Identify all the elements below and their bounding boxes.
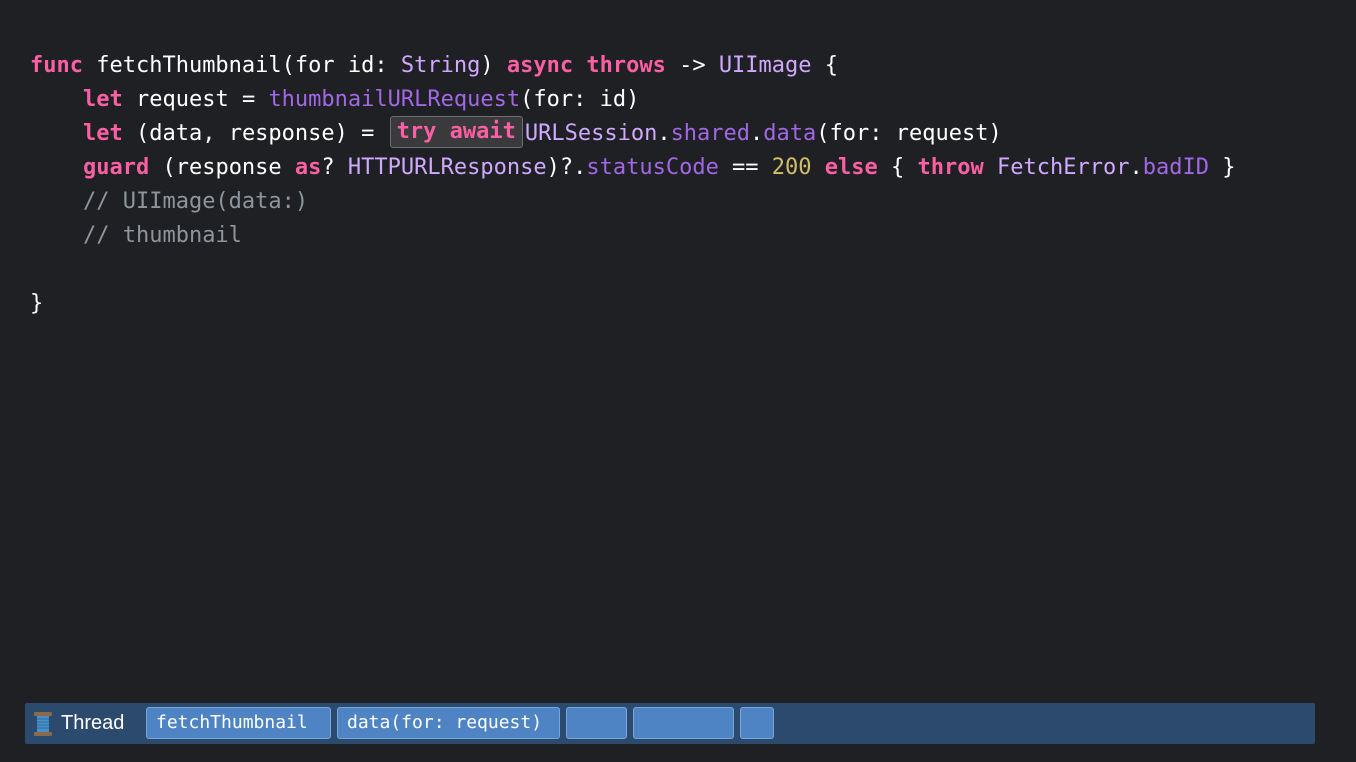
code-editor[interactable]: func fetchThumbnail(for id: String) asyn… bbox=[0, 0, 1356, 690]
frame-data-for-request[interactable]: data(for: request) bbox=[337, 707, 560, 739]
return-arrow: -> bbox=[665, 53, 719, 78]
dot: . bbox=[750, 121, 764, 146]
function-signature: fetchThumbnail(for id: bbox=[82, 53, 401, 78]
type-uiimage: UIImage bbox=[718, 53, 812, 78]
keyword-guard: guard bbox=[82, 155, 150, 180]
request-assign: request = bbox=[122, 87, 269, 112]
property-statuscode: statusCode bbox=[586, 155, 719, 180]
keyword-let: let bbox=[82, 87, 123, 112]
code-line-1: func fetchThumbnail(for id: String) asyn… bbox=[30, 49, 1235, 83]
code-line-4: guard (response as? HTTPURLResponse)?.st… bbox=[30, 151, 1235, 185]
code-line-5: // UIImage(data:) bbox=[30, 185, 1235, 219]
code-line-2: let request = thumbnailURLRequest(for: i… bbox=[30, 83, 1235, 117]
type-fetcherror: FetchError bbox=[997, 155, 1130, 180]
code-block: func fetchThumbnail(for id: String) asyn… bbox=[30, 49, 1235, 321]
closing-brace: } bbox=[30, 291, 44, 316]
frame-fetchthumbnail[interactable]: fetchThumbnail bbox=[146, 707, 331, 739]
keyword-as: as bbox=[294, 155, 322, 180]
optional-mark: ? bbox=[321, 155, 348, 180]
code-line-3: let (data, response) = try await URLSessi… bbox=[30, 116, 1235, 151]
code-line-6: // thumbnail bbox=[30, 219, 1235, 253]
brace-open: { bbox=[877, 155, 918, 180]
type-httpurlresponse: HTTPURLResponse bbox=[347, 155, 547, 180]
spool-of-thread-icon bbox=[33, 711, 53, 737]
call-args: (for: request) bbox=[816, 121, 1002, 146]
comment-thumbnail: // thumbnail bbox=[82, 223, 242, 248]
dot: . bbox=[657, 121, 671, 146]
brace-close: } bbox=[1208, 155, 1236, 180]
frame-empty[interactable] bbox=[740, 707, 774, 739]
try-await-highlight[interactable]: try await bbox=[389, 116, 523, 148]
equals-operator: == bbox=[718, 155, 772, 180]
method-data: data bbox=[763, 121, 817, 146]
type-string: String bbox=[400, 53, 481, 78]
keyword-let: let bbox=[82, 121, 123, 146]
frame-empty[interactable] bbox=[566, 707, 627, 739]
function-call-thumbnailurlrequest: thumbnailURLRequest bbox=[268, 87, 521, 112]
keyword-func: func bbox=[30, 53, 83, 78]
thread-label-group: Thread bbox=[33, 703, 124, 744]
keyword-throw: throw bbox=[917, 155, 984, 180]
keyword-throws: throws bbox=[586, 53, 666, 78]
property-shared: shared bbox=[670, 121, 751, 146]
guard-open: (response bbox=[149, 155, 295, 180]
signature-close: ) bbox=[480, 53, 507, 78]
optional-chain: )?. bbox=[546, 155, 587, 180]
type-urlsession: URLSession bbox=[524, 121, 658, 146]
thread-bar: Thread fetchThumbnail data(for: request) bbox=[25, 703, 1315, 744]
code-line-8: } bbox=[30, 287, 1235, 321]
frame-empty[interactable] bbox=[633, 707, 734, 739]
thread-label: Thread bbox=[61, 712, 125, 734]
keyword-async: async bbox=[506, 53, 574, 78]
call-args: (for: id) bbox=[520, 87, 640, 112]
keyword-else: else bbox=[824, 155, 878, 180]
open-brace: { bbox=[811, 53, 839, 78]
comment-uiimage: // UIImage(data:) bbox=[82, 189, 309, 214]
enum-case-badid: badID bbox=[1142, 155, 1209, 180]
tuple-assign: (data, response) = bbox=[122, 121, 388, 146]
dot: . bbox=[1129, 155, 1143, 180]
number-literal: 200 bbox=[771, 155, 812, 180]
